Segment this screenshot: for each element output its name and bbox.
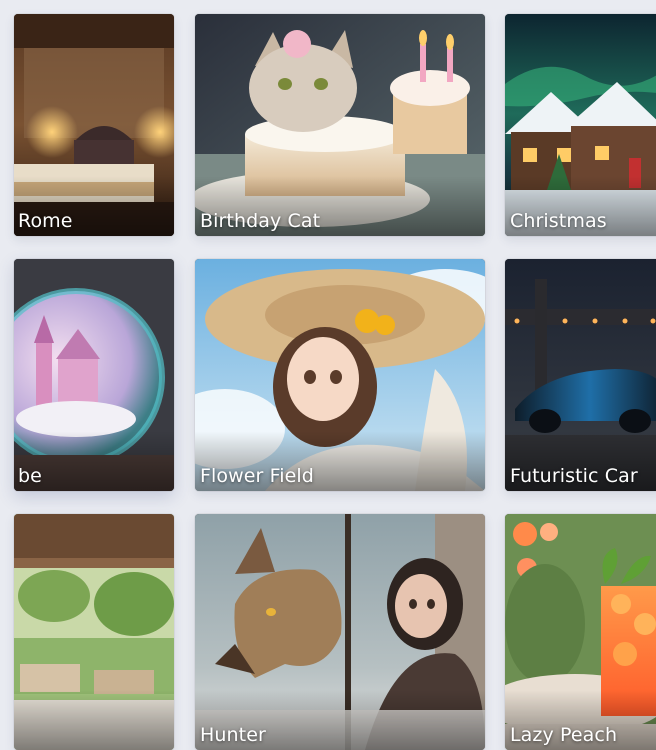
style-card-label: be <box>18 465 42 487</box>
style-card-label: Lazy Peach <box>510 724 618 746</box>
style-card-lazy-peach[interactable]: Lazy Peach <box>505 514 656 750</box>
style-card-label: Flower Field <box>200 465 314 487</box>
style-card-patio[interactable] <box>14 514 174 750</box>
style-card-snow-globe[interactable]: be <box>14 259 174 491</box>
style-card-rome[interactable]: Rome <box>14 14 174 236</box>
style-card-label: Futuristic Car <box>510 465 638 487</box>
style-card-birthday-cat[interactable]: Birthday Cat <box>195 14 485 236</box>
style-card-label: Birthday Cat <box>200 210 321 232</box>
style-gallery-grid: Rome Birthday Cat Christmas be Flower Fi… <box>0 0 656 750</box>
style-card-label: Christmas <box>510 210 607 232</box>
style-card-flower-field[interactable]: Flower Field <box>195 259 485 491</box>
style-card-futuristic-car[interactable]: Futuristic Car <box>505 259 656 491</box>
style-card-label: Hunter <box>200 724 266 746</box>
style-card-hunter[interactable]: Hunter <box>195 514 485 750</box>
style-card-label: Rome <box>18 210 73 232</box>
style-card-christmas[interactable]: Christmas <box>505 14 656 236</box>
